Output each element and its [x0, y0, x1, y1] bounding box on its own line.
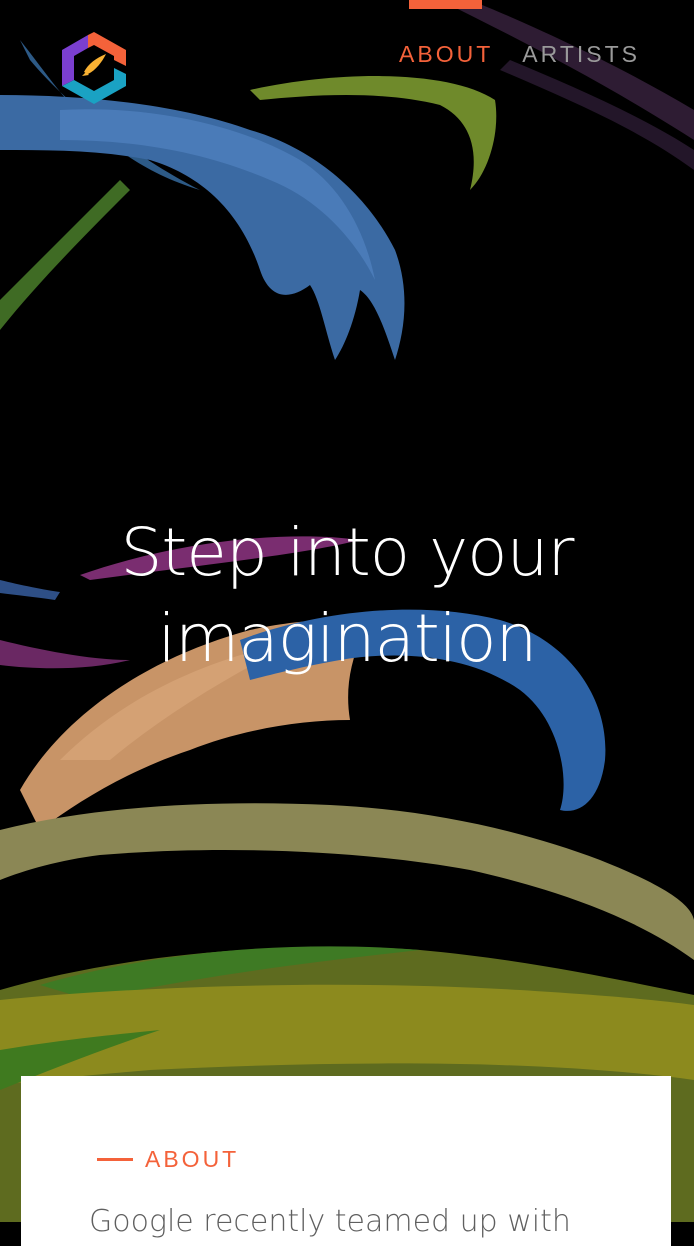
tilt-brush-logo-icon[interactable] [58, 28, 130, 106]
about-heading: ABOUT [97, 1146, 239, 1173]
top-nav: ABOUT ARTISTS [399, 40, 640, 68]
hero-headline-line2: imagination [157, 600, 538, 678]
active-nav-indicator [409, 0, 482, 9]
hero-headline-line1: Step into your [120, 514, 574, 592]
about-paragraph: Google recently teamed up with [89, 1204, 571, 1239]
about-accent-line [97, 1158, 133, 1161]
hero-headline: Step into your imagination [0, 510, 694, 682]
nav-about-link[interactable]: ABOUT [399, 40, 493, 68]
about-card: ABOUT Google recently teamed up with [21, 1076, 671, 1246]
about-section-label: ABOUT [145, 1146, 240, 1172]
nav-artists-link[interactable]: ARTISTS [522, 40, 640, 68]
logo-hexagon-icon [62, 32, 126, 104]
hero-section: ABOUT ARTISTS Step into your imagination [0, 0, 694, 1222]
